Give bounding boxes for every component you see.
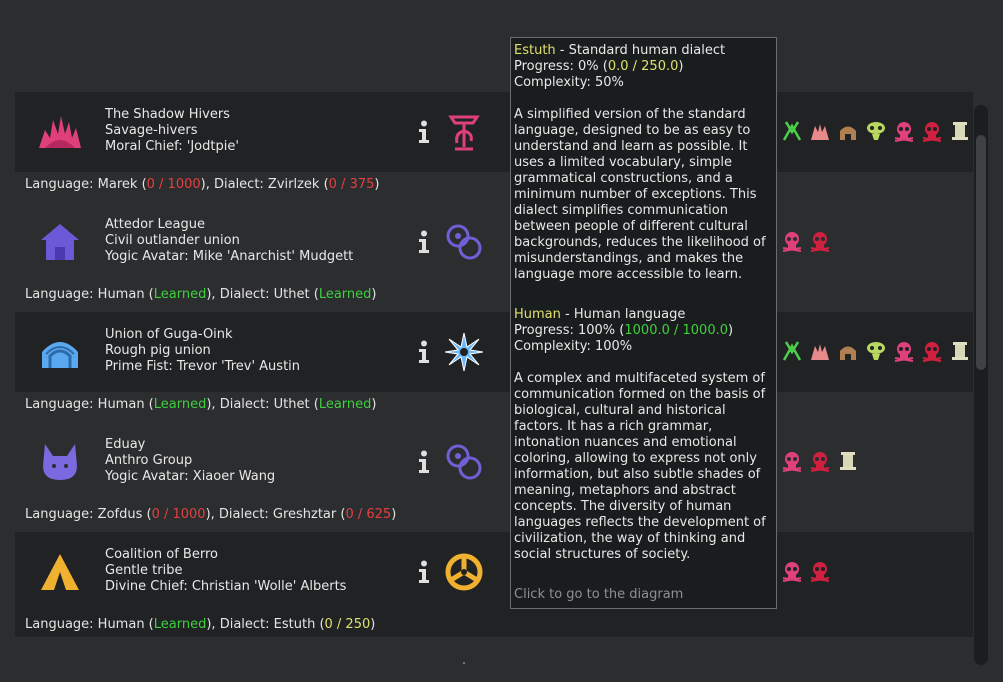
hive-icon xyxy=(39,116,81,148)
red-skull-icon xyxy=(810,562,830,582)
tent-icon xyxy=(41,554,79,590)
relations xyxy=(781,340,971,364)
info-icon[interactable] xyxy=(416,120,432,144)
pink-skull-icon xyxy=(894,122,914,142)
faction-name: The Shadow Hivers xyxy=(105,107,230,122)
pink-skull-icon xyxy=(782,452,802,472)
alien-skull-icon xyxy=(867,122,885,140)
green-tongs-icon xyxy=(782,341,802,361)
tooltip-dialect-progress: Progress: 0% (0.0 / 250.0) xyxy=(514,59,684,74)
house-icon xyxy=(41,224,79,260)
language-tooltip[interactable]: Estuth - Standard human dialect Progress… xyxy=(510,37,777,609)
green-tongs-icon xyxy=(782,121,802,141)
language-line: Language: Marek (0 / 1000), Dialect: Zvi… xyxy=(25,177,380,192)
relations xyxy=(781,560,831,584)
faction-name: Coalition of Berro xyxy=(105,547,218,562)
faction-name: Attedor League xyxy=(105,217,206,232)
faction-name: Eduay xyxy=(105,437,146,452)
tooltip-language-progress: Progress: 100% (1000.0 / 1000.0) xyxy=(514,323,734,338)
divider-dot xyxy=(463,662,465,664)
faction-row[interactable]: Coalition of Berro Gentle tribe Divine C… xyxy=(15,532,973,612)
tooltip-language-description: A complex and multifaceted system of com… xyxy=(514,371,766,562)
triskelion-icon[interactable] xyxy=(443,551,485,593)
tooltip-dialect-complexity: Complexity: 50% xyxy=(514,75,624,90)
faction-type: Rough pig union xyxy=(105,343,211,358)
relations xyxy=(781,450,859,474)
faction-type: Anthro Group xyxy=(105,453,193,468)
language-line: Language: Human (Learned), Dialect: Uthe… xyxy=(25,397,377,412)
dome-icon xyxy=(42,342,78,368)
tooltip-language-complexity: Complexity: 100% xyxy=(514,339,633,354)
relations xyxy=(781,230,831,254)
faction-row[interactable]: Attedor League Civil outlander union Yog… xyxy=(15,202,973,282)
faction-leader: Prime Fist: Trevor 'Trev' Austin xyxy=(105,359,301,374)
fox-head-icon xyxy=(43,444,77,480)
fountain-icon[interactable] xyxy=(443,111,485,153)
language-line: Language: Zofdus (0 / 1000), Dialect: Gr… xyxy=(25,507,397,522)
tooltip-dialect-title: Estuth - Standard human dialect xyxy=(514,43,726,58)
hut-icon xyxy=(840,346,856,360)
info-icon[interactable] xyxy=(416,340,432,364)
faction-type: Civil outlander union xyxy=(105,233,240,248)
red-skull-icon xyxy=(922,122,942,142)
faction-row[interactable]: Union of Guga-Oink Rough pig union Prime… xyxy=(15,312,973,392)
faction-leader: Divine Chief: Christian 'Wolle' Alberts xyxy=(105,579,347,594)
alien-skull-icon xyxy=(867,342,885,360)
language-line: Language: Human (Learned), Dialect: Uthe… xyxy=(25,287,377,302)
pillar-icon xyxy=(952,122,968,140)
language-line: Language: Human (Learned), Dialect: Estu… xyxy=(15,612,973,637)
pillar-icon xyxy=(840,452,856,470)
ruin-icon xyxy=(811,124,829,140)
ruin-icon xyxy=(811,344,829,360)
scrollbar-track[interactable] xyxy=(974,105,988,665)
tooltip-language-title: Human - Human language xyxy=(514,307,686,322)
relations xyxy=(781,120,971,144)
faction-type: Savage-hivers xyxy=(105,123,198,138)
tooltip-footer-link[interactable]: Click to go to the diagram xyxy=(514,587,773,603)
red-skull-icon xyxy=(922,342,942,362)
faction-type: Gentle tribe xyxy=(105,563,183,578)
faction-leader: Yogic Avatar: Xiaoer Wang xyxy=(105,469,276,484)
linked-rings-icon[interactable] xyxy=(443,221,485,263)
pink-skull-icon xyxy=(782,232,802,252)
faction-row[interactable]: The Shadow Hivers Savage-hivers Moral Ch… xyxy=(15,92,973,172)
pillar-icon xyxy=(952,342,968,360)
faction-row[interactable]: Eduay Anthro Group Yogic Avatar: Xiaoer … xyxy=(15,422,973,502)
info-icon[interactable] xyxy=(416,560,432,584)
hut-icon xyxy=(840,126,856,140)
pink-skull-icon xyxy=(782,562,802,582)
info-icon[interactable] xyxy=(416,450,432,474)
linked-rings-icon[interactable] xyxy=(443,441,485,483)
faction-leader: Yogic Avatar: Mike 'Anarchist' Mudgett xyxy=(105,249,354,264)
scrollbar-thumb[interactable] xyxy=(976,135,986,370)
pink-skull-icon xyxy=(894,342,914,362)
faction-leader: Moral Chief: 'Jodtpie' xyxy=(105,139,239,154)
red-skull-icon xyxy=(810,452,830,472)
info-icon[interactable] xyxy=(416,230,432,254)
tooltip-dialect-description: A simplified version of the standard lan… xyxy=(514,107,766,282)
star-burst-icon[interactable] xyxy=(443,331,485,373)
faction-name: Union of Guga-Oink xyxy=(105,327,233,342)
red-skull-icon xyxy=(810,232,830,252)
